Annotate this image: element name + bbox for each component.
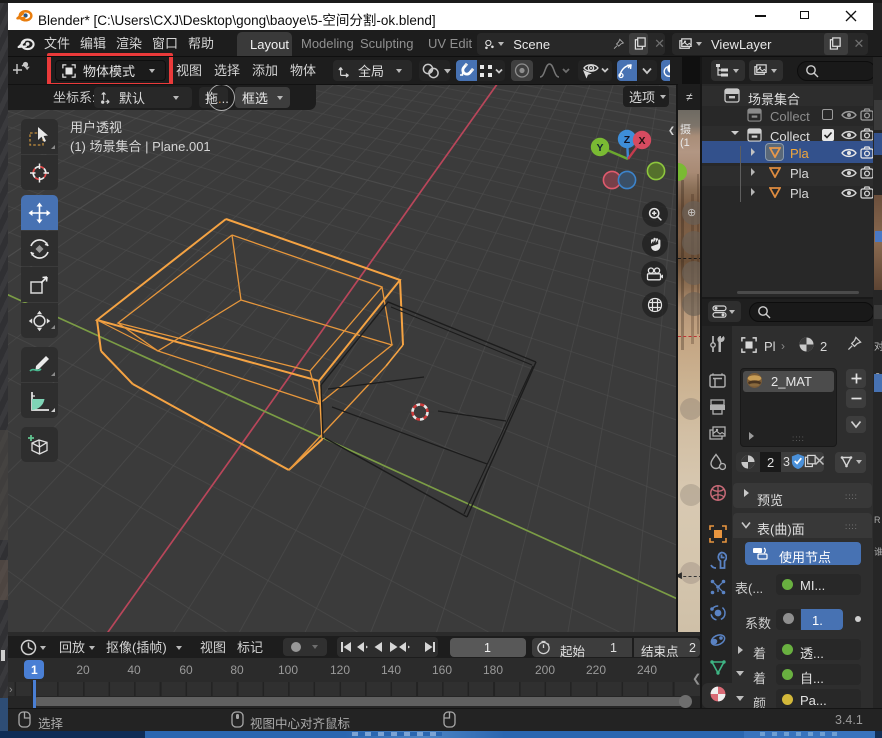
svg-text:X: X [638, 135, 645, 147]
svg-text:Z: Z [624, 134, 631, 146]
svg-text:Y: Y [596, 142, 603, 154]
